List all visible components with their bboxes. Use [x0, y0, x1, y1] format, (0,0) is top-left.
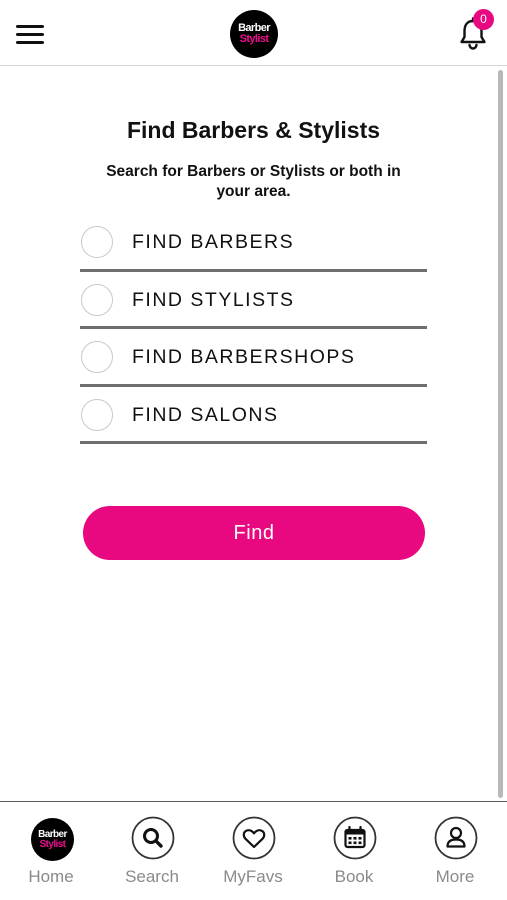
radio-button[interactable] — [81, 283, 113, 316]
heart-icon — [232, 816, 276, 860]
app-header: Barber Stylist 0 — [0, 0, 507, 66]
nav-label-book: Book — [334, 867, 374, 886]
option-find-barbers[interactable]: FIND BARBERS — [80, 214, 427, 272]
nav-item-myfavs[interactable]: MyFavs — [203, 816, 303, 896]
page-title: Find Barbers & Stylists — [126, 117, 381, 143]
radio-button[interactable] — [81, 226, 113, 258]
radio-button[interactable] — [81, 341, 113, 373]
search-icon — [131, 816, 175, 860]
page-subtitle: Search for Barbers or Stylists or both i… — [106, 163, 401, 200]
nav-item-more[interactable]: More — [405, 816, 505, 896]
option-find-stylists[interactable]: FIND STYLISTS — [80, 272, 427, 329]
user-icon — [434, 816, 478, 860]
option-label: FIND BARBERS — [132, 231, 295, 253]
option-label: FIND SALONS — [132, 403, 279, 426]
option-label: FIND BARBERSHOPS — [132, 346, 356, 368]
logo-text-stylist: Stylist — [239, 33, 269, 45]
bottom-nav-bar: Barber Stylist Home Search MyFavs Book M… — [0, 801, 507, 900]
app-logo: Barber Stylist — [230, 10, 278, 58]
find-button[interactable]: Find — [83, 506, 425, 560]
nav-item-home[interactable]: Barber Stylist Home — [1, 816, 101, 896]
find-options-list: FIND BARBERS FIND STYLISTS FIND BARBERSH… — [80, 214, 427, 444]
scrollbar[interactable] — [498, 70, 503, 798]
nav-label-search: Search — [125, 867, 179, 886]
nav-label-myfavs: MyFavs — [223, 867, 283, 886]
hamburger-menu-icon[interactable] — [14, 20, 48, 48]
nav-label-home: Home — [28, 867, 74, 886]
nav-label-more: More — [435, 867, 475, 886]
option-label: FIND STYLISTS — [132, 288, 295, 311]
option-find-barbershops[interactable]: FIND BARBERSHOPS — [80, 329, 427, 387]
calendar-icon — [333, 816, 377, 860]
notification-badge: 0 — [473, 9, 494, 30]
nav-item-search[interactable]: Search — [102, 816, 202, 896]
option-find-salons[interactable]: FIND SALONS — [80, 387, 427, 444]
nav-item-book[interactable]: Book — [304, 816, 404, 896]
home-logo-text-stylist: Stylist — [39, 839, 66, 850]
barber-stylist-logo-icon: Barber Stylist — [31, 818, 74, 861]
radio-button[interactable] — [81, 398, 113, 431]
